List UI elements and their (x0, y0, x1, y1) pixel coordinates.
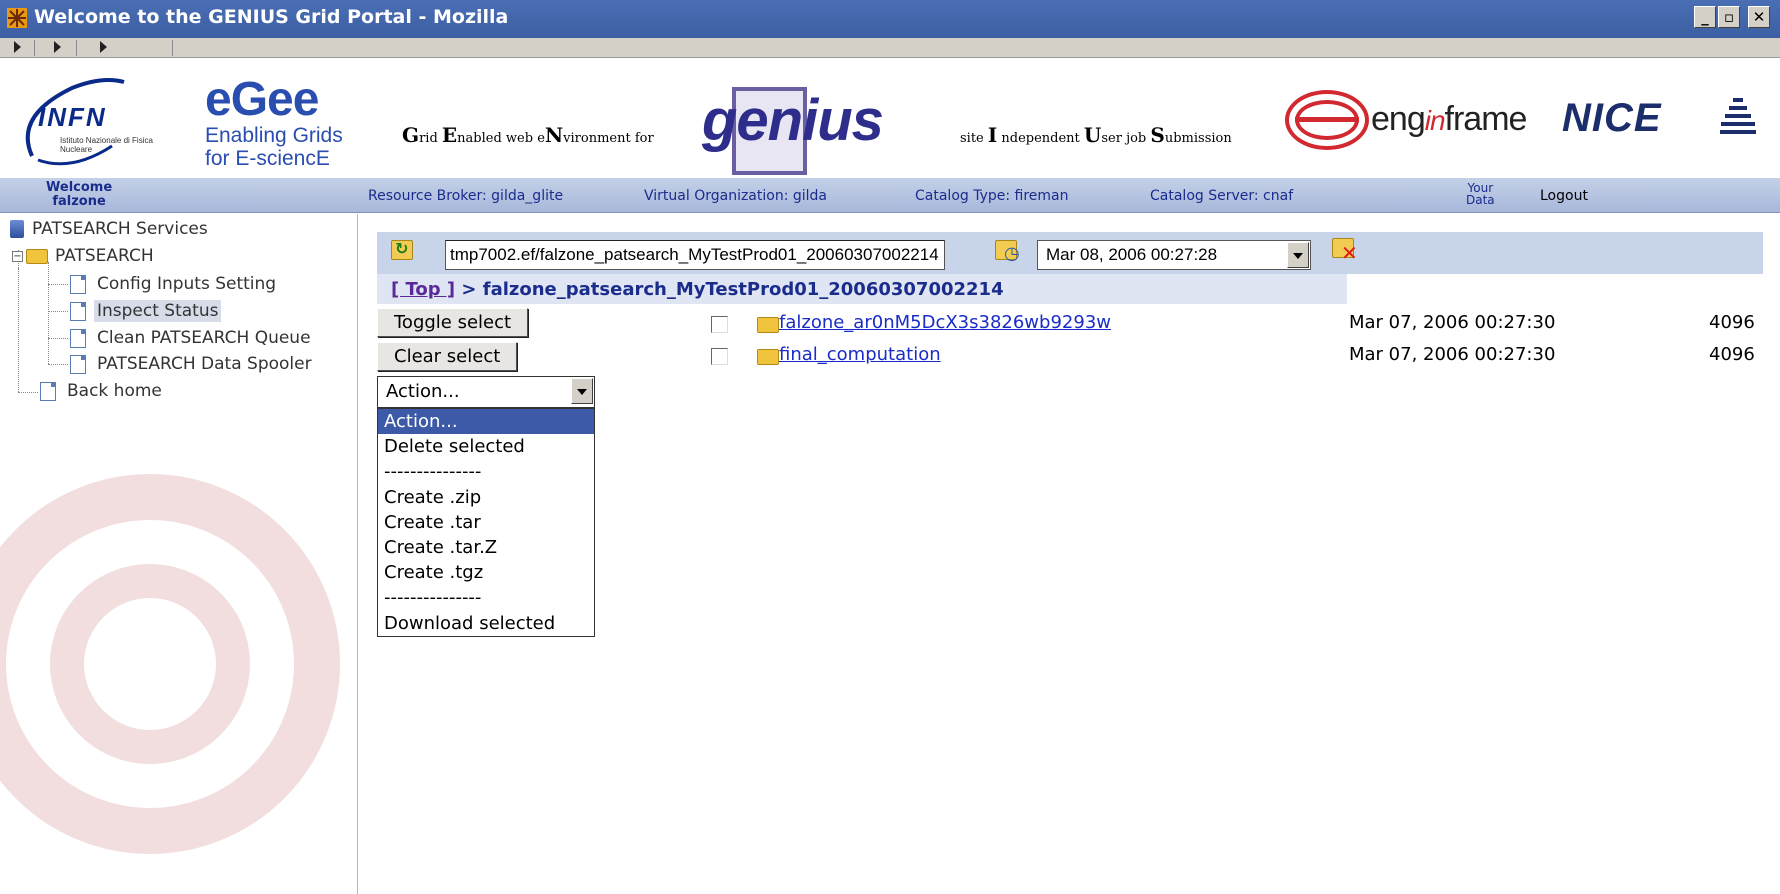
file-link[interactable]: falzone_ar0nM5DcX3s3826wb9293w (779, 312, 1111, 333)
action-option[interactable]: Download selected (378, 611, 594, 636)
sidebar-item-back-home[interactable]: Back home (40, 378, 165, 404)
sidebar-item-data-spooler[interactable]: PATSEARCH Data Spooler (70, 351, 315, 377)
virtual-organization-info: Virtual Organization: gilda (644, 188, 827, 204)
breadcrumb: [ Top ] > falzone_patsearch_MyTestProd01… (377, 274, 1347, 304)
egee-logo-text: eGee (205, 73, 319, 126)
file-row: falzone_ar0nM5DcX3s3826wb9293w Mar 07, 2… (359, 310, 1780, 340)
infn-logo-subtitle: Istituto Nazionale di Fisica Nucleare (60, 136, 153, 154)
action-option[interactable]: Create .zip (378, 485, 594, 510)
toolbar-grippy-icon[interactable] (14, 41, 21, 53)
tree-line (18, 392, 38, 393)
document-icon (70, 328, 86, 348)
sidebar-item-inspect-status[interactable]: Inspect Status (70, 298, 222, 324)
nice-logo-text: NICE (1562, 96, 1662, 140)
genius-logo: genius (700, 83, 910, 178)
action-option-separator[interactable]: --------------- (378, 585, 594, 610)
path-input[interactable]: tmp7002.ef/falzone_patsearch_MyTestProd0… (445, 240, 945, 270)
enginframe-logo-text: enginframe (1371, 100, 1527, 138)
sidebar-services-title: PATSEARCH Services (10, 216, 211, 242)
close-button[interactable]: ✕ (1748, 6, 1770, 28)
infn-logo: INFN Istituto Nazionale di Fisica Nuclea… (12, 76, 172, 166)
logout-link[interactable]: Logout (1540, 188, 1588, 204)
toolbar-grippy-icon[interactable] (100, 41, 107, 53)
folder-icon (757, 317, 779, 333)
document-icon (70, 354, 86, 374)
egee-logo: eGee Enabling Grids for E-sciencE (205, 76, 365, 171)
toolbar-separator (76, 40, 77, 56)
sidebar-folder-patsearch[interactable]: − PATSEARCH (12, 243, 157, 269)
action-option[interactable]: Create .tar (378, 510, 594, 535)
document-icon (70, 274, 86, 294)
path-toolbar: tmp7002.ef/falzone_patsearch_MyTestProd0… (377, 232, 1763, 274)
portal-header-logos: INFN Istituto Nazionale di Fisica Nuclea… (0, 58, 1780, 178)
file-checkbox[interactable] (711, 348, 728, 365)
window-title: Welcome to the GENIUS Grid Portal - Mozi… (34, 6, 509, 28)
collapse-icon[interactable]: − (12, 250, 23, 262)
file-checkbox[interactable] (711, 316, 728, 333)
action-option[interactable]: Create .tgz (378, 560, 594, 585)
site-independent-tagline: site I ndependent User job Submission (960, 123, 1232, 147)
toolbar-separator (172, 40, 173, 56)
chevron-down-icon[interactable] (571, 378, 593, 404)
tree-line (48, 284, 68, 285)
action-option[interactable]: Delete selected (378, 434, 594, 459)
action-option[interactable]: Create .tar.Z (378, 535, 594, 560)
tree-line (18, 268, 19, 392)
breadcrumb-top-link[interactable]: [ Top ] (391, 279, 455, 300)
genius-logo-text: genius (702, 88, 884, 153)
egee-tagline-1: Enabling Grids (205, 124, 343, 147)
folder-open-icon (26, 248, 48, 264)
toolbar-grippy-icon[interactable] (54, 41, 61, 53)
delete-folder-icon[interactable] (1332, 238, 1358, 265)
folder-icon (757, 349, 779, 365)
file-link[interactable]: final_computation (779, 344, 941, 365)
action-option[interactable]: Action... (378, 409, 594, 435)
sidebar: PATSEARCH Services − PATSEARCH Config In… (0, 214, 358, 894)
action-option-separator[interactable]: --------------- (378, 459, 594, 484)
chevron-down-icon[interactable] (1287, 242, 1309, 268)
clock-folder-icon[interactable] (995, 240, 1020, 264)
action-select[interactable]: Action... (377, 376, 595, 408)
sidebar-item-clean-queue[interactable]: Clean PATSEARCH Queue (70, 325, 314, 351)
mozilla-app-icon (7, 8, 27, 28)
tree-line (48, 262, 49, 364)
catalog-server-info: Catalog Server: cnaf (1150, 188, 1294, 204)
your-data-link[interactable]: Your Data (1466, 182, 1495, 206)
breadcrumb-separator: > (455, 279, 483, 300)
tree-line (48, 338, 68, 339)
tree-line (48, 364, 68, 365)
sidebar-item-config-inputs[interactable]: Config Inputs Setting (70, 271, 279, 297)
file-size: 4096 (1709, 312, 1755, 333)
breadcrumb-current: falzone_patsearch_MyTestProd01_200603070… (482, 279, 1004, 300)
file-date: Mar 07, 2006 00:27:30 (1349, 344, 1556, 365)
document-icon (70, 301, 86, 321)
main-content: tmp7002.ef/falzone_patsearch_MyTestProd0… (359, 214, 1780, 894)
welcome-user: Welcome falzone (46, 180, 113, 209)
infn-logo-text: INFN (38, 102, 107, 132)
toolbar-separator (34, 40, 35, 56)
snapshot-date-select[interactable]: Mar 08, 2006 00:27:28 (1037, 240, 1311, 270)
refresh-icon[interactable] (391, 239, 413, 260)
watermark-logo-inner (50, 564, 250, 764)
minimize-button[interactable]: _ (1694, 6, 1716, 28)
catalog-type-info: Catalog Type: fireman (915, 188, 1069, 204)
browser-toolbar-strip (0, 38, 1780, 58)
session-info-bar: Welcome falzone Resource Broker: gilda_g… (0, 178, 1780, 213)
window-titlebar: Welcome to the GENIUS Grid Portal - Mozi… (0, 0, 1780, 38)
maximize-button[interactable]: ▫ (1718, 6, 1740, 28)
tree-line (48, 311, 68, 312)
file-date: Mar 07, 2006 00:27:30 (1349, 312, 1556, 333)
document-icon (40, 381, 56, 401)
file-row: final_computation Mar 07, 2006 00:27:30 … (359, 342, 1780, 372)
nice-logo-icon (1720, 98, 1756, 142)
genius-acronym-expansion: Grid Enabled web eNvironment for (402, 123, 654, 147)
file-size: 4096 (1709, 344, 1755, 365)
action-dropdown-list: Action... Delete selected --------------… (377, 408, 595, 637)
enginframe-bar (1295, 117, 1359, 122)
enginframe-logo: enginframe (1285, 86, 1527, 161)
server-icon (10, 220, 24, 238)
resource-broker-info: Resource Broker: gilda_glite (368, 188, 564, 204)
egee-tagline-2: for E-sciencE (205, 147, 330, 170)
